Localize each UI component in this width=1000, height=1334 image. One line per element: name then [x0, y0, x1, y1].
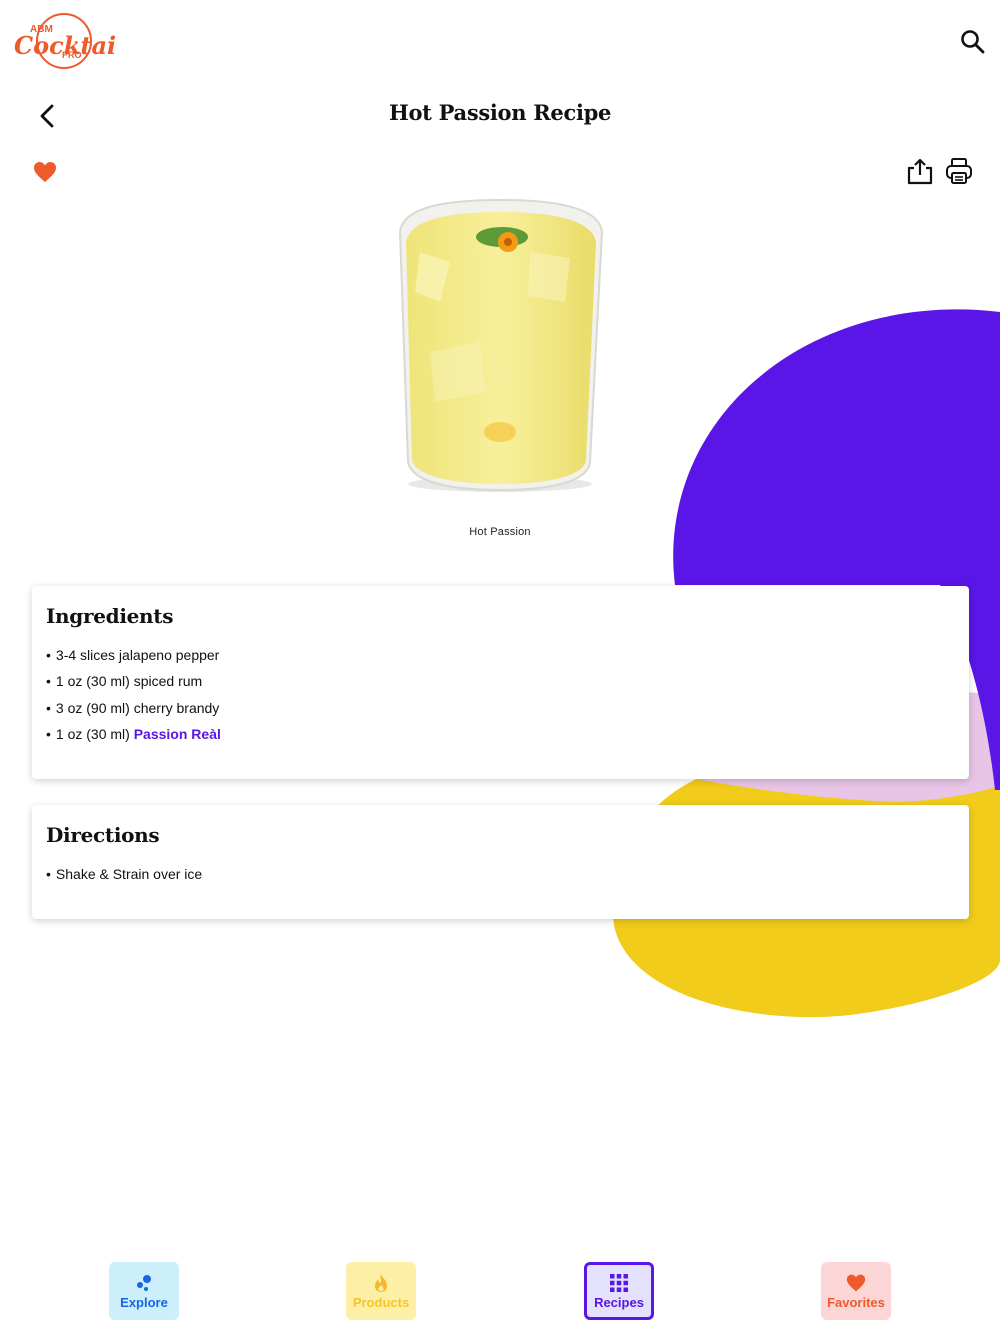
passion-real-link[interactable]: Passion Reàl	[134, 726, 221, 742]
tab-explore[interactable]: Explore	[109, 1262, 179, 1320]
tab-products[interactable]: Products	[346, 1262, 416, 1320]
directions-list: • Shake & Strain over ice	[46, 861, 955, 887]
list-item: • 3 oz (90 ml) cherry brandy	[46, 699, 220, 716]
tab-products-label: Products	[352, 1294, 410, 1310]
heart-icon	[845, 1273, 867, 1293]
list-item: • 3-4 slices jalapeno pepper	[46, 647, 220, 663]
list-item: • 1 oz (30 ml) spiced rum	[46, 673, 203, 690]
directions-heading: Directions	[46, 823, 160, 847]
tab-recipes-label: Recipes	[594, 1294, 644, 1310]
drink-image	[398, 198, 604, 492]
svg-text:PRO: PRO	[62, 50, 82, 60]
grid-icon	[610, 1273, 628, 1293]
printer-icon	[946, 158, 972, 184]
tab-favorites-label: Favorites	[827, 1294, 885, 1310]
ingredients-heading: Ingredients	[46, 604, 174, 628]
share-icon	[907, 158, 933, 185]
list-item: • Shake & Strain over ice	[46, 866, 203, 882]
search-icon	[961, 30, 985, 54]
search-button[interactable]	[955, 24, 991, 60]
heart-icon	[34, 162, 56, 182]
tab-explore-label: Explore	[120, 1294, 168, 1310]
favorite-button[interactable]	[32, 160, 58, 184]
drink-caption: Hot Passion	[469, 526, 531, 538]
print-button[interactable]	[944, 156, 974, 186]
bottom-navigation: Explore Products Recipes Favorites	[0, 1262, 1000, 1322]
ingredients-card: Ingredients • 3-4 slices jalapeno pepper …	[32, 586, 969, 779]
list-item: • 1 oz (30 ml) Passion Reàl	[46, 725, 221, 742]
tab-favorites[interactable]: Favorites	[821, 1262, 891, 1320]
abm-cocktail-pro-logo: ABM Cocktail PRO	[14, 13, 116, 69]
tab-recipes[interactable]: Recipes	[584, 1262, 654, 1320]
flame-icon	[373, 1273, 389, 1293]
directions-card: Directions • Shake & Strain over ice	[32, 805, 969, 919]
page-title: Hot Passion Recipe	[388, 100, 612, 125]
share-button[interactable]	[905, 156, 935, 186]
explore-icon	[134, 1273, 154, 1293]
ingredients-list: • 3-4 slices jalapeno pepper • 1 oz (30 ml…	[46, 642, 955, 747]
